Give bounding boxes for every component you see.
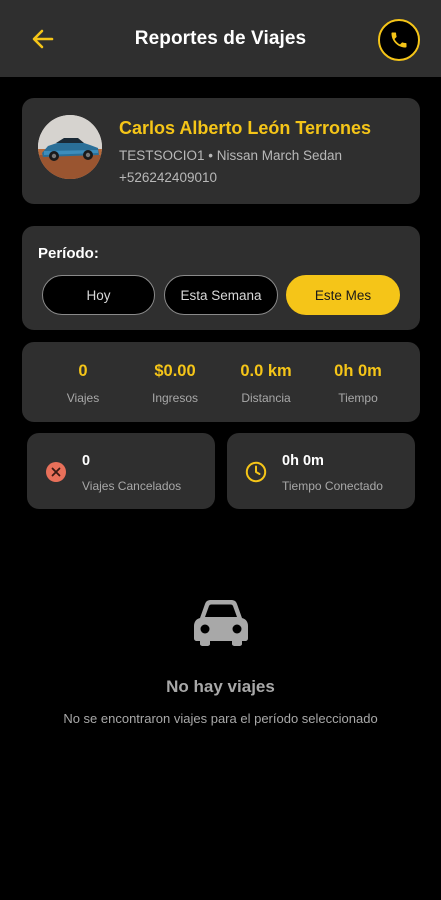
stat-time: 0h 0m Tiempo bbox=[313, 362, 403, 405]
empty-state-subtitle: No se encontraron viajes para el período… bbox=[63, 711, 378, 726]
period-label: Período: bbox=[38, 245, 99, 262]
period-month-button[interactable]: Este Mes bbox=[286, 275, 400, 315]
avatar bbox=[38, 115, 102, 179]
stat-value: 0 bbox=[78, 362, 88, 380]
stat-label: Viajes bbox=[66, 391, 100, 405]
cancelled-trips-card: 0 Viajes Cancelados bbox=[27, 433, 215, 509]
driver-name: Carlos Alberto León Terrones bbox=[119, 118, 372, 138]
stat-value: 0h 0m bbox=[334, 362, 382, 380]
connected-time-label: Tiempo Conectado bbox=[282, 479, 383, 493]
stat-income: $0.00 Ingresos bbox=[130, 362, 220, 405]
cancel-circle-icon bbox=[46, 462, 66, 482]
period-week-button[interactable]: Esta Semana bbox=[164, 275, 278, 315]
phone-icon bbox=[391, 32, 407, 48]
blue-sports-car-photo bbox=[38, 115, 102, 179]
driver-phone: +526242409010 bbox=[119, 170, 217, 185]
stat-value: 0.0 km bbox=[240, 362, 292, 380]
stat-value: $0.00 bbox=[154, 362, 196, 380]
driver-profile-card: Carlos Alberto León Terrones TESTSOCIO1 … bbox=[22, 98, 420, 204]
stats-summary-card: 0 Viajes $0.00 Ingresos 0.0 km Distancia… bbox=[22, 342, 420, 422]
period-selector-card: Período: Hoy Esta Semana Este Mes bbox=[22, 226, 420, 330]
stat-trips: 0 Viajes bbox=[38, 362, 128, 405]
stat-label: Ingresos bbox=[151, 391, 199, 405]
page-title: Reportes de Viajes bbox=[134, 28, 307, 49]
stat-label: Distancia bbox=[241, 391, 291, 405]
empty-state-title: No hay viajes bbox=[166, 677, 275, 696]
clock-icon bbox=[245, 461, 267, 483]
cancelled-trips-label: Viajes Cancelados bbox=[82, 479, 182, 493]
call-button[interactable] bbox=[378, 19, 420, 61]
cancelled-trips-value: 0 bbox=[82, 453, 91, 469]
car-icon bbox=[194, 600, 248, 646]
stat-distance: 0.0 km Distancia bbox=[221, 362, 311, 405]
stat-label: Tiempo bbox=[338, 391, 378, 405]
period-today-button[interactable]: Hoy bbox=[42, 275, 155, 315]
connected-time-value: 0h 0m bbox=[282, 453, 324, 469]
connected-time-card: 0h 0m Tiempo Conectado bbox=[227, 433, 415, 509]
driver-vehicle: TESTSOCIO1 • Nissan March Sedan bbox=[119, 148, 343, 163]
app-header: Reportes de Viajes bbox=[0, 0, 441, 77]
